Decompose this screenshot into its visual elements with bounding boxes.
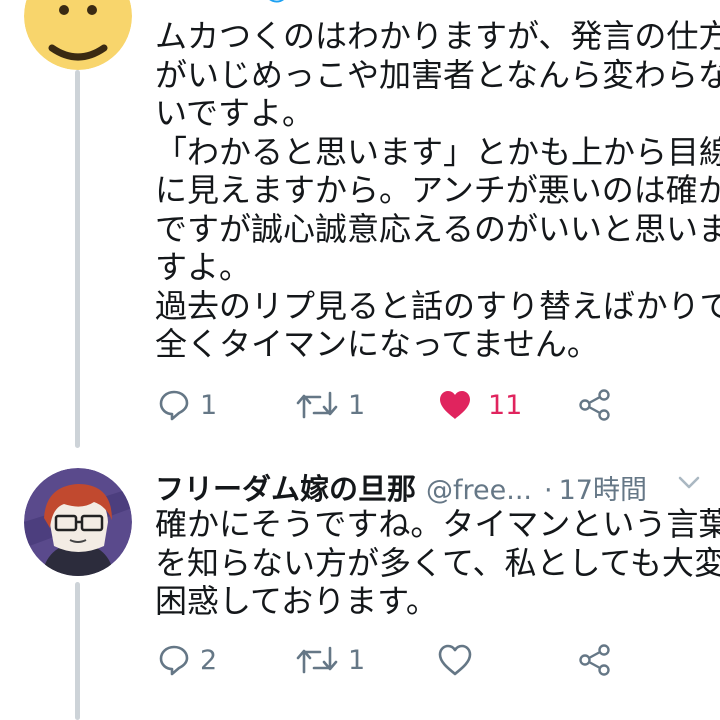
tweet-body: 確かにそうですね。タイマンという言葉 を知らない方が多くて、私としても大変 困惑… <box>155 505 720 621</box>
body-line: ムカつくのはわかりますが、発言の仕方 <box>155 17 720 55</box>
body-line: 全くタイマンになってません。 <box>155 325 599 363</box>
avatar[interactable] <box>24 0 132 70</box>
avatar[interactable] <box>24 468 132 576</box>
body-line: を知らない方が多くて、私としても大変 <box>155 543 720 582</box>
body-line: すよ。 <box>155 248 252 286</box>
reply-icon <box>159 390 189 421</box>
body-line: 確かにそうですね。タイマンという言葉 <box>155 505 720 543</box>
chevron-down-icon <box>678 476 700 489</box>
tweet-actions: 2 1 <box>0 635 720 685</box>
tweet-actions: 1 1 11 <box>0 380 720 430</box>
retweet-icon <box>296 391 338 419</box>
tweet-header-partial: @ <box>155 0 705 14</box>
share-icon <box>579 389 610 421</box>
share-button[interactable] <box>578 635 612 685</box>
tweet-1[interactable]: @ ムカつくのはわかりますが、発言の仕方 がいじめっこや加害者となんら変わらな … <box>0 0 720 450</box>
separator-dot: · <box>544 475 553 506</box>
retweet-button[interactable]: 1 <box>296 380 365 430</box>
like-button[interactable]: 11 <box>438 380 522 430</box>
body-line: ですが誠心誠意応えるのがいいと思いま <box>155 209 720 248</box>
like-button[interactable] <box>438 635 472 685</box>
share-icon <box>579 644 610 676</box>
display-name[interactable]: フリーダム嫁の旦那 <box>155 466 416 506</box>
body-line: いですよ。 <box>155 94 315 132</box>
emoji-avatar-icon <box>24 0 132 70</box>
reply-count: 2 <box>200 644 218 676</box>
reply-button[interactable]: 2 <box>158 635 217 685</box>
like-count: 11 <box>488 389 523 421</box>
body-line: に見えますから。アンチが悪いのは確か <box>155 171 720 209</box>
timestamp[interactable]: 17時間 <box>559 468 647 506</box>
user-handle[interactable]: @free... <box>426 475 532 506</box>
tweet-header: フリーダム嫁の旦那 @free... · 17時間 <box>155 466 705 506</box>
retweet-count: 1 <box>348 389 366 421</box>
anime-character-avatar-icon <box>24 468 132 576</box>
retweet-button[interactable]: 1 <box>296 635 365 685</box>
tweet-body: ムカつくのはわかりますが、発言の仕方 がいじめっこや加害者となんら変わらな いで… <box>155 17 720 364</box>
body-line: 困惑しております。 <box>155 582 438 620</box>
retweet-icon <box>296 646 338 674</box>
handle-cropped[interactable]: @ <box>263 0 290 5</box>
reply-count: 1 <box>200 389 218 421</box>
heart-filled-icon <box>440 391 470 419</box>
body-line: がいじめっこや加害者となんら変わらな <box>155 55 720 94</box>
share-button[interactable] <box>578 380 612 430</box>
reply-icon <box>159 645 189 676</box>
more-menu-button[interactable] <box>678 476 700 490</box>
retweet-count: 1 <box>348 644 366 676</box>
heart-outline-icon <box>438 644 472 676</box>
body-line: 「わかると思います」とかも上から目線 <box>155 132 720 171</box>
reply-button[interactable]: 1 <box>158 380 217 430</box>
tweet-2[interactable]: フリーダム嫁の旦那 @free... · 17時間 確かにそうですね。タイマンと… <box>0 452 720 720</box>
body-line: 過去のリプ見ると話のすり替えばかりで <box>155 286 720 325</box>
